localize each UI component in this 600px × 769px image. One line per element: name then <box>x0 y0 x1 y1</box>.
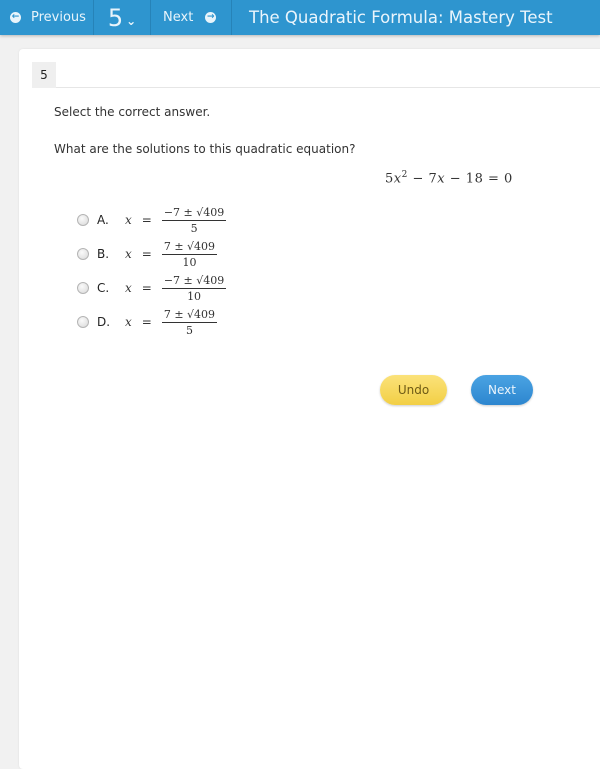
instruction-text: Select the correct answer. <box>54 105 211 119</box>
numerator: −7 ± √409 <box>161 205 227 221</box>
option-letter: B. <box>97 247 110 261</box>
top-navigation-bar: ← Previous 5 ⌄ Next → The Quadratic Form… <box>0 0 600 35</box>
test-title: The Quadratic Formula: Mastery Test <box>249 8 553 27</box>
undo-button[interactable]: Undo <box>380 375 447 405</box>
radio-button-d[interactable] <box>77 316 89 328</box>
denominator: 10 <box>182 255 197 269</box>
option-letter: D. <box>97 315 111 329</box>
option-expression: x = −7 ± √409 10 <box>125 273 227 303</box>
next-nav-button[interactable]: Next → <box>151 0 232 35</box>
denominator: 5 <box>190 221 198 235</box>
answer-option-b[interactable]: B. x = 7 ± √409 10 <box>77 239 218 269</box>
question-number-badge: 5 <box>32 62 56 88</box>
fraction: 7 ± √409 10 <box>161 239 218 269</box>
fraction: 7 ± √409 5 <box>161 307 218 337</box>
option-expression: x = 7 ± √409 5 <box>125 307 218 337</box>
answer-option-a[interactable]: A. x = −7 ± √409 5 <box>77 205 227 235</box>
question-header: 5 <box>32 62 600 88</box>
arrow-right-circle-icon: → <box>205 12 217 23</box>
previous-label: Previous <box>31 10 86 25</box>
answer-option-d[interactable]: D. x = 7 ± √409 5 <box>77 307 218 337</box>
radio-button-a[interactable] <box>77 214 89 226</box>
chevron-down-icon: ⌄ <box>126 13 137 28</box>
denominator: 5 <box>185 323 193 337</box>
radio-button-c[interactable] <box>77 282 89 294</box>
denominator: 10 <box>187 289 202 303</box>
current-question-number: 5 <box>107 3 124 32</box>
numerator: 7 ± √409 <box>161 307 218 323</box>
question-prompt: What are the solutions to this quadratic… <box>54 142 356 156</box>
numerator: −7 ± √409 <box>161 273 227 289</box>
next-button[interactable]: Next <box>471 375 533 405</box>
option-expression: x = −7 ± √409 5 <box>125 205 227 235</box>
next-nav-label: Next <box>163 10 194 25</box>
previous-button[interactable]: ← Previous <box>0 0 94 35</box>
arrow-left-circle-icon: ← <box>10 12 21 23</box>
option-letter: C. <box>97 281 110 295</box>
fraction: −7 ± √409 5 <box>161 205 227 235</box>
numerator: 7 ± √409 <box>161 239 218 255</box>
answer-option-c[interactable]: C. x = −7 ± √409 10 <box>77 273 227 303</box>
question-selector-dropdown[interactable]: 5 ⌄ <box>94 0 151 35</box>
option-expression: x = 7 ± √409 10 <box>125 239 218 269</box>
radio-button-b[interactable] <box>77 248 89 260</box>
question-card: 5 Select the correct answer. What are th… <box>19 49 600 769</box>
quadratic-equation: 5x2 − 7x − 18 = 0 <box>385 170 513 187</box>
fraction: −7 ± √409 10 <box>161 273 227 303</box>
option-letter: A. <box>97 213 109 227</box>
